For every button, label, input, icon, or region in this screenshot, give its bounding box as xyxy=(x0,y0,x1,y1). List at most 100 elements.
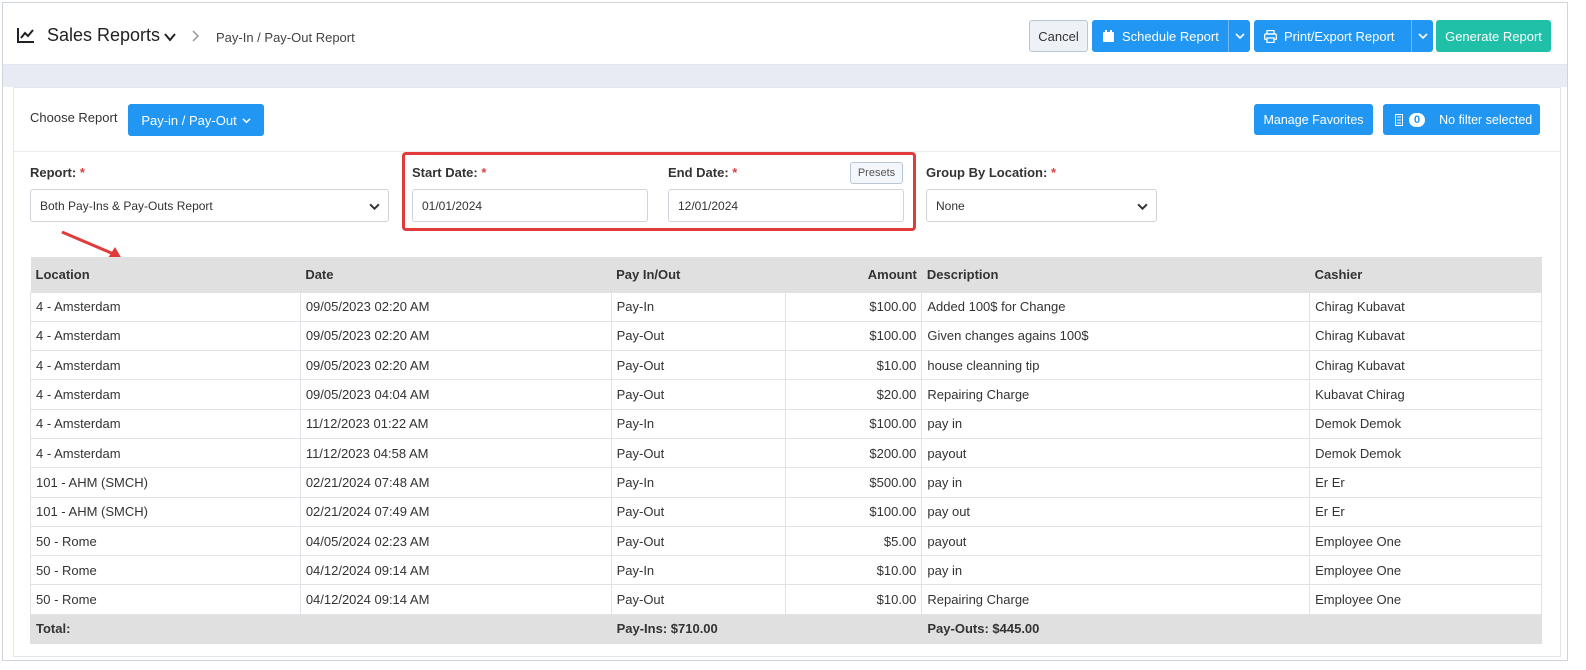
total-pay-ins: Pay-Ins: $710.00 xyxy=(610,613,923,645)
filter-count-badge: 0 xyxy=(1409,112,1426,127)
generate-report-button[interactable]: Generate Report xyxy=(1436,20,1551,52)
print-export-label: Print/Export Report xyxy=(1284,28,1395,44)
cell-location: 50 - Rome xyxy=(30,525,301,557)
report-label: Report: * xyxy=(30,165,85,180)
start-date-input[interactable]: 01/01/2024 xyxy=(412,189,648,222)
cell-date: 02/21/2024 07:49 AM xyxy=(299,496,612,527)
table-row[interactable]: 4 - Amsterdam 11/12/2023 01:22 AM Pay-In $1… xyxy=(30,408,1542,439)
table-row[interactable]: 4 - Amsterdam 09/05/2023 02:20 AM Pay-Out $… xyxy=(30,350,1542,381)
cell-date: 04/12/2024 09:14 AM xyxy=(299,555,612,586)
cell-pay: Pay-Out xyxy=(610,496,787,527)
page-header: Sales Reports Pay-In / Pay-Out Report Ca… xyxy=(3,3,1567,65)
cell-pay: Pay-In xyxy=(610,291,787,322)
chevron-right-icon xyxy=(192,30,200,42)
cell-cashier: Demok Demok xyxy=(1309,437,1542,469)
cell-location: 4 - Amsterdam xyxy=(30,291,301,322)
column-header-date[interactable]: Date xyxy=(300,257,612,292)
cell-date: 11/12/2023 01:22 AM xyxy=(299,408,612,439)
total-pay-outs: Pay-Outs: $445.00 xyxy=(921,613,1311,645)
header-band xyxy=(3,65,1567,87)
start-date-label-text: Start Date: xyxy=(412,165,478,180)
group-by-select[interactable]: None xyxy=(926,189,1157,222)
cell-location: 4 - Amsterdam xyxy=(30,350,301,381)
cell-description: Repairing Charge xyxy=(921,584,1311,615)
cell-amount: $100.00 xyxy=(785,320,923,352)
required-mark: * xyxy=(1050,165,1057,180)
table-row[interactable]: 50 - Rome 04/12/2024 09:14 AM Pay-In $10.00… xyxy=(30,555,1542,586)
column-header-description[interactable]: Description xyxy=(921,257,1310,292)
cell-amount: $500.00 xyxy=(785,467,923,498)
manage-favorites-button[interactable]: Manage Favorites xyxy=(1254,104,1373,135)
choose-report-dropdown[interactable]: Pay-in / Pay-Out xyxy=(128,104,264,136)
group-by-label: Group By Location: * xyxy=(926,165,1056,180)
start-date-label: Start Date: * xyxy=(412,165,486,180)
chevron-down-icon xyxy=(1137,203,1148,211)
filter-button[interactable]: 0 No filter selected xyxy=(1383,104,1540,135)
cell-cashier: Employee One xyxy=(1309,584,1542,615)
schedule-report-button[interactable]: Schedule Report xyxy=(1092,20,1250,52)
cell-date: 09/05/2023 02:20 AM xyxy=(299,320,612,352)
cell-description: pay out xyxy=(921,496,1311,527)
cell-location: 50 - Rome xyxy=(30,555,301,586)
table-row[interactable]: 101 - AHM (SMCH) 02/21/2024 07:49 AM Pay-O… xyxy=(30,496,1542,527)
cell-description: Added 100$ for Change xyxy=(921,291,1311,322)
table-row[interactable]: 50 - Rome 04/05/2024 02:23 AM Pay-Out $5.00… xyxy=(30,525,1542,557)
column-header-cashier[interactable]: Cashier xyxy=(1309,257,1542,292)
cell-date: 09/05/2023 02:20 AM xyxy=(299,350,612,381)
table-row[interactable]: 4 - Amsterdam 09/05/2023 04:04 AM Pay-Out $… xyxy=(30,379,1542,410)
cell-location: 4 - Amsterdam xyxy=(30,379,301,410)
chevron-down-icon xyxy=(242,117,251,123)
print-dropdown-toggle[interactable] xyxy=(1411,20,1433,52)
cell-amount: $10.00 xyxy=(785,584,923,615)
cell-date: 11/12/2023 04:58 AM xyxy=(299,437,612,469)
cell-location: 4 - Amsterdam xyxy=(30,320,301,352)
cell-pay: Pay-Out xyxy=(610,350,787,381)
report-type-select[interactable]: Both Pay-Ins & Pay-Outs Report xyxy=(30,189,389,222)
chevron-down-icon[interactable] xyxy=(163,30,177,44)
total-row: Total: Pay-Ins: $710.00 Pay-Outs: $445.0… xyxy=(30,613,1542,645)
table-header-row: Location Date Pay In/Out Amount Descript… xyxy=(30,257,1542,292)
end-date-label: End Date: * xyxy=(668,165,737,180)
cell-description: payout xyxy=(921,437,1311,469)
column-header-pay-in-out[interactable]: Pay In/Out xyxy=(611,257,786,292)
cell-amount: $10.00 xyxy=(785,555,923,586)
pay-in-out-table: Location Date Pay In/Out Amount Descript… xyxy=(30,257,1542,645)
table-row[interactable]: 4 - Amsterdam 11/12/2023 04:58 AM Pay-Out $… xyxy=(30,437,1542,469)
chevron-down-icon xyxy=(1234,33,1245,40)
cell-pay: Pay-In xyxy=(610,408,787,439)
table-row[interactable]: 4 - Amsterdam 09/05/2023 02:20 AM Pay-In $1… xyxy=(30,291,1542,322)
cancel-button[interactable]: Cancel xyxy=(1029,20,1088,52)
generate-report-label: Generate Report xyxy=(1445,28,1542,44)
page-title[interactable]: Sales Reports xyxy=(47,25,160,46)
table-row[interactable]: 101 - AHM (SMCH) 02/21/2024 07:48 AM Pay-I… xyxy=(30,467,1542,498)
chevron-down-icon xyxy=(369,203,380,211)
breadcrumb: Pay-In / Pay-Out Report xyxy=(216,30,355,45)
cell-description: pay in xyxy=(921,555,1311,586)
cell-cashier: Chirag Kubavat xyxy=(1309,291,1542,322)
cell-pay: Pay-Out xyxy=(610,437,787,469)
cell-date: 02/21/2024 07:48 AM xyxy=(299,467,612,498)
cell-description: Repairing Charge xyxy=(921,379,1311,410)
cell-amount: $10.00 xyxy=(785,350,923,381)
print-export-button[interactable]: Print/Export Report xyxy=(1254,20,1433,52)
table-row[interactable]: 4 - Amsterdam 09/05/2023 02:20 AM Pay-Out $… xyxy=(30,320,1542,352)
schedule-report-label: Schedule Report xyxy=(1122,28,1219,44)
column-header-amount[interactable]: Amount xyxy=(785,257,922,292)
cell-cashier: Er Er xyxy=(1309,496,1542,527)
table-row[interactable]: 50 - Rome 04/12/2024 09:14 AM Pay-Out $10.0… xyxy=(30,584,1542,615)
column-header-location[interactable]: Location xyxy=(30,257,301,292)
end-date-value: 12/01/2024 xyxy=(678,198,739,213)
schedule-dropdown-toggle[interactable] xyxy=(1228,20,1250,52)
end-date-label-text: End Date: xyxy=(668,165,729,180)
cell-pay: Pay-In xyxy=(610,467,787,498)
printer-icon xyxy=(1264,29,1277,43)
group-by-label-text: Group By Location: xyxy=(926,165,1048,180)
required-mark: * xyxy=(79,165,85,180)
end-date-input[interactable]: 12/01/2024 xyxy=(668,189,904,222)
cell-cashier: Employee One xyxy=(1309,555,1542,586)
presets-button[interactable]: Presets xyxy=(850,162,903,184)
cell-description: Given changes agains 100$ xyxy=(921,320,1311,352)
app-frame: Sales Reports Pay-In / Pay-Out Report Ca… xyxy=(2,2,1568,661)
cell-pay: Pay-Out xyxy=(610,320,787,352)
cell-amount: $100.00 xyxy=(785,408,923,439)
